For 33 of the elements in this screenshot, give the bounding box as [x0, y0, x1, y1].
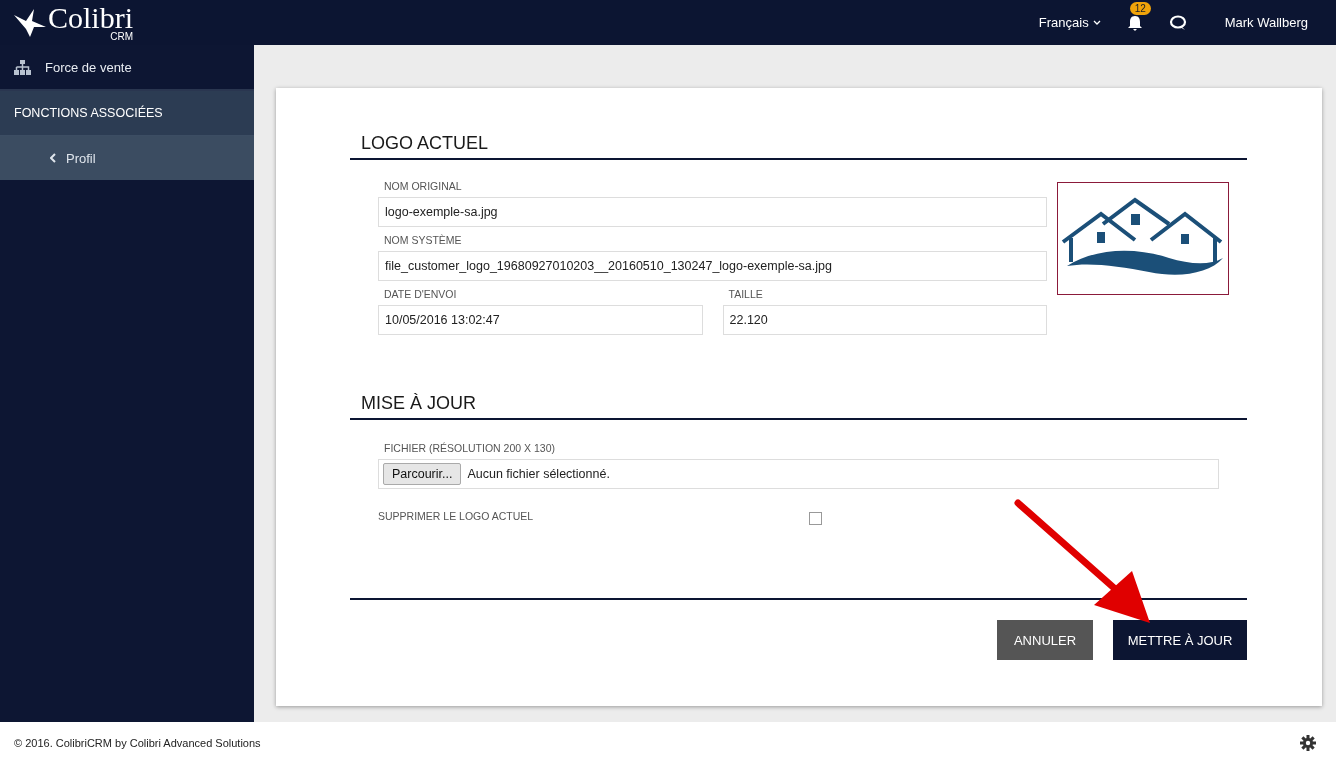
- field-label: NOM SYSTÈME: [383, 234, 463, 246]
- brand-subtitle: CRM: [110, 32, 133, 42]
- sidebar-item[interactable]: Profil: [0, 136, 254, 180]
- sidebar-section-heading: FONCTIONS ASSOCIÉES: [0, 91, 254, 136]
- checkbox-label: SUPPRIMER LE LOGO ACTUEL: [378, 509, 535, 522]
- hierarchy-icon: [14, 59, 31, 75]
- update-button[interactable]: METTRE À JOUR: [1113, 620, 1247, 660]
- section-title: LOGO ACTUEL: [350, 133, 1247, 160]
- input-field[interactable]: file_customer_logo_19680927010203__20160510_130247_logo-exemple-sa.jpg: [378, 251, 1047, 281]
- chevron-left-icon: [50, 153, 56, 163]
- browse-button[interactable]: Parcourir...: [383, 463, 462, 485]
- notifications-button[interactable]: [1126, 14, 1143, 31]
- chat-button[interactable]: [1168, 14, 1187, 31]
- brand-name: Colibri: [48, 3, 133, 33]
- settings-icon[interactable]: [1300, 735, 1316, 751]
- input-field[interactable]: logo-exemple-sa.jpg: [378, 197, 1047, 227]
- bell-icon: [1126, 14, 1143, 31]
- file-status: Aucun fichier sélectionné.: [467, 467, 610, 481]
- notification-count: 12: [1129, 1, 1151, 15]
- input-field[interactable]: 10/05/2016 13:02:47: [378, 305, 703, 335]
- cancel-button[interactable]: ANNULER: [997, 620, 1093, 660]
- field-label: TAILLE: [727, 288, 764, 300]
- field-label: NOM ORIGINAL: [383, 180, 463, 192]
- field-label: FICHIER (RÉSOLUTION 200 X 130): [383, 442, 556, 454]
- language-dropdown[interactable]: Français: [1038, 15, 1101, 30]
- checkbox[interactable]: [809, 512, 822, 525]
- chat-bubbles-icon: [1168, 14, 1187, 31]
- user-menu[interactable]: Mark Wallberg: [1224, 15, 1308, 30]
- input-field[interactable]: 22.120: [722, 305, 1047, 335]
- field-label: DATE D'ENVOI: [383, 288, 458, 300]
- section-title: MISE À JOUR: [350, 393, 1247, 420]
- chevron-down-icon: [1092, 20, 1101, 25]
- footer-text: © 2016. ColibriCRM by Colibri Advanced Solutions: [14, 737, 261, 749]
